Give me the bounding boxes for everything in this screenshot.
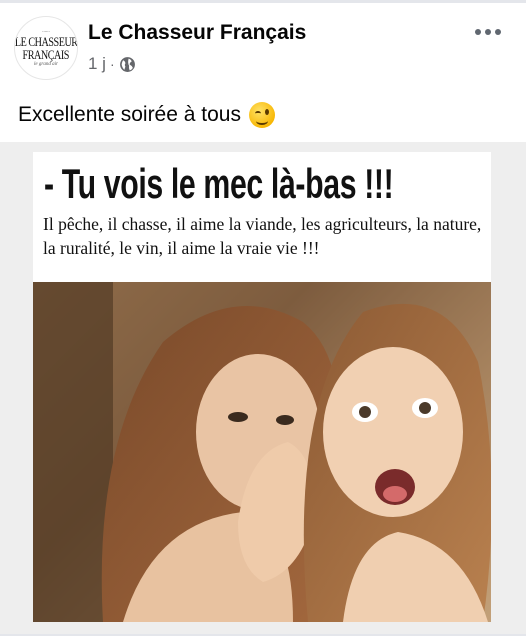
wink-mouth xyxy=(255,117,268,125)
meme-body: Il pêche, il chasse, il aime la viande, … xyxy=(43,214,482,258)
more-dot xyxy=(475,29,481,35)
meme-title: - Tu vois le mec là-bas !!! xyxy=(44,160,394,207)
logo-tagline: le grand air xyxy=(34,62,58,67)
top-divider xyxy=(0,0,526,3)
more-dot xyxy=(495,29,501,35)
caption-text: Excellente soirée à tous xyxy=(18,103,241,126)
wink-eye-right xyxy=(264,109,269,115)
logo-line2: FRANÇAIS xyxy=(22,47,70,62)
page-name-link[interactable]: Le Chasseur Français xyxy=(88,21,306,45)
post-image[interactable]: - Tu vois le mec là-bas !!! Il pêche, il… xyxy=(0,142,526,636)
post-caption: Excellente soirée à tous xyxy=(18,102,275,128)
winking-face-icon xyxy=(248,102,275,128)
meme-photo xyxy=(33,282,491,622)
meta-separator: · xyxy=(109,56,115,72)
page-avatar[interactable]: ...... LE CHASSEUR FRANÇAIS le grand air xyxy=(14,16,78,80)
post-meta: 1 j · xyxy=(88,54,136,74)
globe-icon[interactable] xyxy=(119,56,136,73)
more-options-icon[interactable] xyxy=(472,18,504,46)
wink-eye-left xyxy=(254,111,261,116)
more-dot xyxy=(485,29,491,35)
meme-card: - Tu vois le mec là-bas !!! Il pêche, il… xyxy=(33,152,491,622)
post-timestamp[interactable]: 1 j xyxy=(88,54,106,74)
